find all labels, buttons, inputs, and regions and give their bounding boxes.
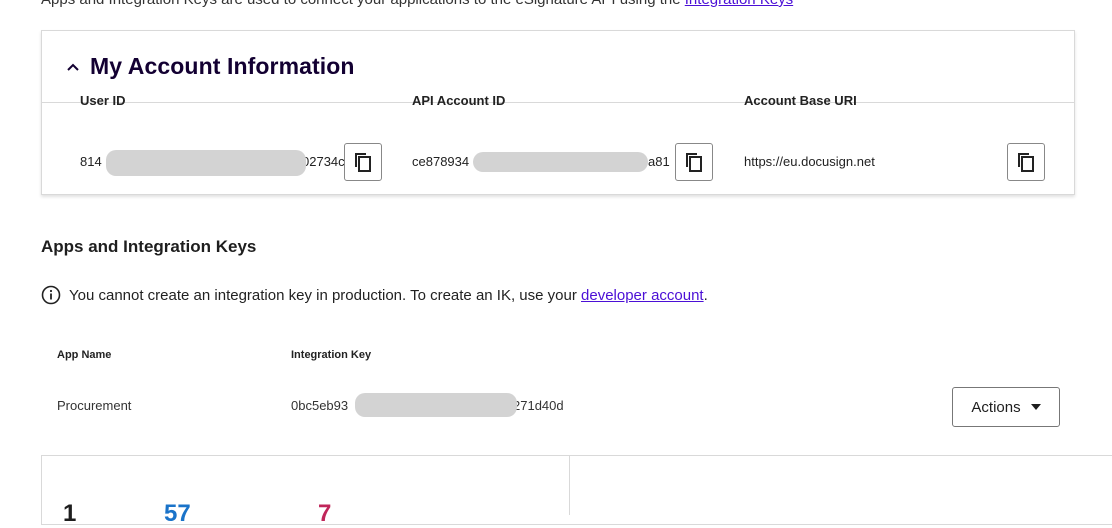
intro-text-body: Apps and Integration Keys are used to co… [41,0,681,8]
base-uri-value: https://eu.docusign.net [744,154,875,169]
redaction [106,150,306,176]
copy-icon [1018,153,1034,172]
copy-icon [355,153,371,172]
integration-key-start: 0bc5eb93 [291,398,349,413]
base-uri-field: Account Base URI [744,93,857,108]
api-account-value-end: a81 [648,154,670,169]
actions-label: Actions [971,398,1021,416]
developer-account-link[interactable]: developer account [581,287,704,304]
actions-button[interactable]: Actions [952,387,1060,427]
production-notice: You cannot create an integration key in … [41,285,708,305]
stat-1: 1 [63,500,77,527]
account-info-title: My Account Information [90,53,355,79]
base-uri-label: Account Base URI [744,93,857,108]
notice-end: . [703,286,708,304]
user-id-label: User ID [80,93,126,108]
caret-down-icon [1030,404,1041,410]
redaction [473,152,648,172]
intro-link[interactable]: Integration Keys [685,0,793,8]
notice-text: You cannot create an integration key in … [69,286,577,304]
intro-text: Apps and Integration Keys are used to co… [41,0,793,8]
col-header-app-name: App Name [57,349,112,361]
info-icon [41,285,61,305]
chevron-up-icon[interactable] [66,60,80,74]
user-id-value-start: 814 [80,154,102,169]
col-header-integration-key: Integration Key [291,349,372,361]
copy-user-id-button[interactable] [344,143,382,181]
stats-divider [569,455,570,515]
api-account-field: API Account ID [412,93,505,108]
stats-card [41,455,1112,525]
stat-57: 57 [164,500,191,527]
api-account-label: API Account ID [412,93,506,108]
copy-base-uri-button[interactable] [1007,143,1045,181]
user-id-field: User ID [80,93,126,108]
apps-section-title: Apps and Integration Keys [41,237,257,256]
stat-7: 7 [318,500,332,527]
copy-api-account-button[interactable] [675,143,713,181]
app-name-cell: Procurement [57,398,132,413]
account-info-header[interactable]: My Account Information [42,31,1074,103]
integration-key-end: 271d40d [513,398,564,413]
api-account-value-start: ce878934 [412,154,470,169]
redaction [355,393,517,417]
copy-icon [686,153,702,172]
